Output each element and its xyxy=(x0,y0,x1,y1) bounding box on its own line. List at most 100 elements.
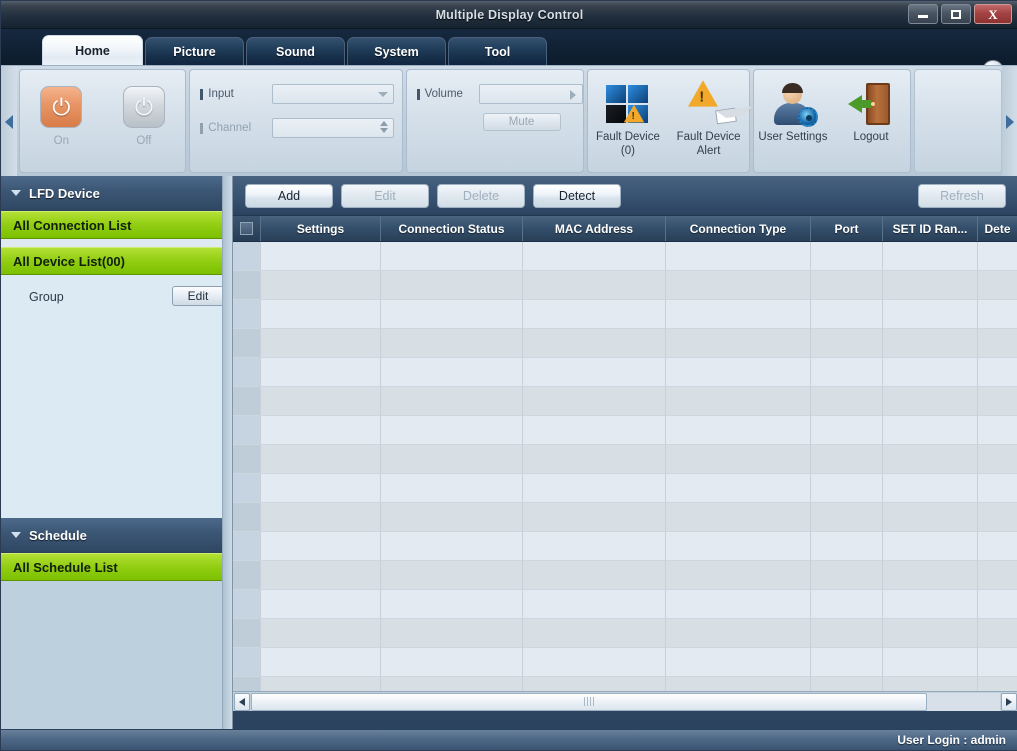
sidebar-item-all-schedule-list[interactable]: All Schedule List xyxy=(1,553,232,581)
minimize-button[interactable] xyxy=(908,4,938,24)
maximize-button[interactable] xyxy=(941,4,971,24)
mute-button[interactable]: Mute xyxy=(482,113,561,131)
delete-button[interactable]: Delete xyxy=(437,184,525,208)
sidebar-item-all-device-list[interactable]: All Device List(00) xyxy=(1,247,232,275)
table-row[interactable] xyxy=(233,445,1017,474)
detect-button[interactable]: Detect xyxy=(533,184,621,208)
sidebar-schedule-label: Schedule xyxy=(29,527,87,543)
scrollbar-track[interactable] xyxy=(251,692,1000,711)
table-cell xyxy=(978,387,1017,416)
refresh-button[interactable]: Refresh xyxy=(918,184,1006,208)
table-cell xyxy=(523,416,666,445)
tab-picture[interactable]: Picture xyxy=(145,37,244,65)
table-row[interactable] xyxy=(233,561,1017,590)
scrollbar-thumb[interactable] xyxy=(251,692,927,711)
play-arrow-icon xyxy=(569,90,576,100)
add-button[interactable]: Add xyxy=(245,184,333,208)
table-row[interactable] xyxy=(233,416,1017,445)
ribbon-scroll-right-button[interactable] xyxy=(1002,66,1017,177)
power-on-button[interactable]: ⏻ On xyxy=(30,86,92,147)
table-header-set-id-range[interactable]: SET ID Ran... xyxy=(883,216,978,241)
table-cell xyxy=(261,445,381,474)
table-cell xyxy=(883,416,978,445)
volume-input[interactable] xyxy=(478,84,583,104)
table-cell xyxy=(233,445,261,474)
tab-home[interactable]: Home xyxy=(42,35,143,65)
table-row[interactable] xyxy=(233,329,1017,358)
sidebar-item-all-connection-list[interactable]: All Connection List xyxy=(1,211,232,239)
logout-label: Logout xyxy=(853,131,889,143)
table-row[interactable] xyxy=(233,474,1017,503)
table-cell xyxy=(233,590,261,619)
scroll-right-button[interactable] xyxy=(1001,692,1017,711)
fault-device-button[interactable]: Fault Device (0) xyxy=(589,80,667,172)
window-title: Multiple Display Control xyxy=(435,8,584,22)
input-select[interactable] xyxy=(272,84,395,104)
table-row[interactable] xyxy=(233,242,1017,271)
table-header-detect[interactable]: Dete xyxy=(978,216,1017,241)
table-cell xyxy=(811,474,883,503)
table-cell xyxy=(883,474,978,503)
tab-system[interactable]: System xyxy=(347,37,446,65)
table-cell xyxy=(978,300,1017,329)
tab-list: Home Picture Sound System Tool xyxy=(42,35,549,65)
table-cell xyxy=(523,242,666,271)
chevron-left-icon xyxy=(5,114,13,129)
table-header-select-all[interactable] xyxy=(233,216,261,241)
table-cell xyxy=(811,300,883,329)
ribbon-empty-group xyxy=(913,69,1002,173)
tab-sound[interactable]: Sound xyxy=(246,37,345,65)
table-row[interactable] xyxy=(233,358,1017,387)
table-cell xyxy=(978,358,1017,387)
channel-stepper[interactable] xyxy=(272,118,395,138)
table-cell xyxy=(883,358,978,387)
user-settings-button[interactable]: User Settings xyxy=(754,80,832,172)
logout-button[interactable]: Logout xyxy=(832,80,910,172)
table-header-connection-type[interactable]: Connection Type xyxy=(666,216,811,241)
table-cell xyxy=(261,300,381,329)
tab-tool[interactable]: Tool xyxy=(448,37,547,65)
table-cell xyxy=(883,445,978,474)
power-off-button[interactable]: ⏻ Off xyxy=(113,86,175,147)
table-row[interactable] xyxy=(233,300,1017,329)
table-cell xyxy=(978,532,1017,561)
table-row[interactable] xyxy=(233,271,1017,300)
input-row: Input xyxy=(200,84,401,104)
table-row[interactable] xyxy=(233,503,1017,532)
table-header-port[interactable]: Port xyxy=(811,216,883,241)
sidebar-section-schedule[interactable]: Schedule xyxy=(1,518,232,553)
group-edit-button[interactable]: Edit xyxy=(172,286,224,306)
table-header-connection-status[interactable]: Connection Status xyxy=(381,216,523,241)
table-row[interactable] xyxy=(233,619,1017,648)
table-cell xyxy=(523,648,666,677)
table-row[interactable] xyxy=(233,590,1017,619)
scroll-left-button[interactable] xyxy=(234,692,250,711)
edit-button[interactable]: Edit xyxy=(341,184,429,208)
table-cell xyxy=(666,242,811,271)
power-on-label: On xyxy=(53,135,69,147)
window-controls: X xyxy=(908,4,1012,24)
close-icon: X xyxy=(988,6,998,22)
table-cell xyxy=(883,300,978,329)
table-cell xyxy=(523,503,666,532)
table-cell xyxy=(978,242,1017,271)
spinner-icon xyxy=(380,121,389,133)
sidebar-group-row[interactable]: Group Edit xyxy=(1,282,232,312)
fault-device-alert-button[interactable]: Fault Device Alert xyxy=(670,80,748,172)
ribbon-scroll-left-button[interactable] xyxy=(1,66,17,177)
table-cell xyxy=(261,532,381,561)
sidebar-group-label: Group xyxy=(29,290,64,304)
table-header-mac-address[interactable]: MAC Address xyxy=(523,216,666,241)
status-bar: User Login : admin xyxy=(1,729,1017,750)
input-label: Input xyxy=(200,88,272,100)
sidebar-section-lfd-device[interactable]: LFD Device xyxy=(1,176,232,211)
table-row[interactable] xyxy=(233,648,1017,677)
table-row[interactable] xyxy=(233,532,1017,561)
sidebar-scrollbar[interactable] xyxy=(222,176,232,731)
chevron-down-icon xyxy=(11,532,21,538)
table-horizontal-scrollbar[interactable] xyxy=(233,691,1017,711)
table-cell xyxy=(811,271,883,300)
table-row[interactable] xyxy=(233,387,1017,416)
close-button[interactable]: X xyxy=(974,4,1012,24)
table-header-settings[interactable]: Settings xyxy=(261,216,381,241)
